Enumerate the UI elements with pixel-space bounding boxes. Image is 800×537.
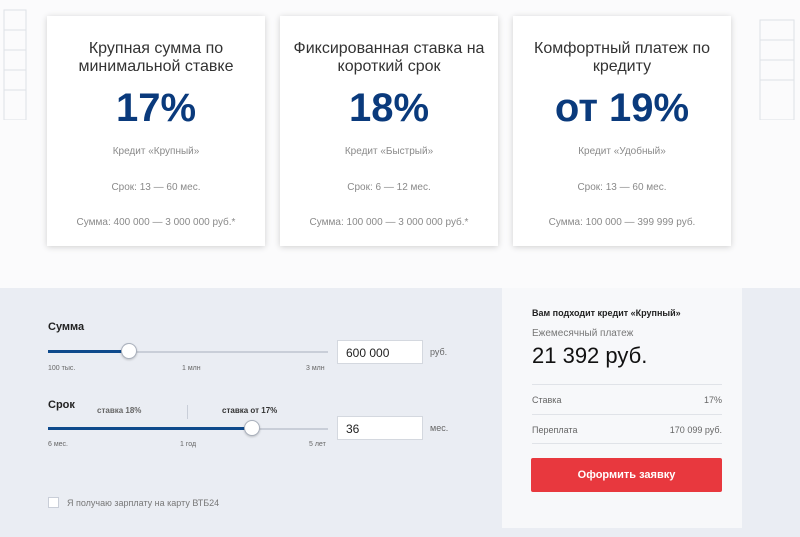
term-slider-fill (48, 427, 252, 430)
offer-title: Комфортный платеж по кредиту (534, 40, 710, 75)
offer-rate: 18% (348, 86, 430, 130)
offer-product: Кредит «Крупный» (112, 146, 200, 157)
offer-card-krupny[interactable]: Крупная сумма по минимальной ставке 17% … (47, 16, 265, 246)
salary-checkbox-label[interactable]: Я получаю зарплату на карту ВТБ24 (67, 498, 219, 508)
offer-term: Срок: 13 — 60 мес. (111, 182, 201, 193)
offer-rate: от 19% (554, 86, 690, 130)
result-row-rate: Ставка 17% (532, 384, 722, 414)
apply-button[interactable]: Оформить заявку (531, 458, 722, 492)
amount-input[interactable]: 600 000 (337, 340, 423, 364)
result-row-overpayment: Переплата 170 099 руб. (532, 414, 722, 444)
amount-slider-handle[interactable] (121, 343, 137, 359)
offer-term: Срок: 13 — 60 мес. (577, 182, 667, 193)
payment-label: Ежемесячный платеж (532, 328, 634, 339)
term-input[interactable]: 36 (337, 416, 423, 440)
offers-section: Крупная сумма по минимальной ставке 17% … (0, 0, 800, 288)
offer-sum: Сумма: 400 000 — 3 000 000 руб.* (76, 217, 236, 228)
offer-sum: Сумма: 100 000 — 399 999 руб. (548, 217, 696, 228)
offer-title: Крупная сумма по минимальной ставке (78, 40, 234, 75)
term-tick-min: 6 мес. (48, 441, 68, 448)
result-panel: Вам подходит кредит «Крупный» Ежемесячны… (502, 288, 742, 528)
term-label: Срок (48, 399, 75, 411)
rate-value: 17% (703, 395, 722, 405)
rate-tag-short: ставка 18% (97, 406, 142, 415)
amount-slider-fill (48, 350, 129, 353)
result-title: Вам подходит кредит «Крупный» (532, 308, 681, 318)
term-tick-max: 5 лет (309, 441, 326, 448)
overpayment-value: 170 099 руб. (669, 425, 722, 435)
amount-label: Сумма (48, 321, 85, 333)
offer-term: Срок: 6 — 12 мес. (347, 182, 431, 193)
salary-checkbox[interactable] (48, 497, 59, 508)
rate-key: Ставка (532, 395, 562, 405)
amount-tick-max: 3 млн (306, 365, 325, 372)
rate-divider (187, 405, 188, 419)
building-illustration-right (759, 19, 795, 120)
offer-sum: Сумма: 100 000 — 3 000 000 руб.* (309, 217, 469, 228)
amount-unit: руб. (430, 347, 448, 357)
offer-product: Кредит «Удобный» (578, 146, 666, 157)
offer-title: Фиксированная ставка на короткий срок (293, 40, 485, 75)
offer-product: Кредит «Быстрый» (344, 146, 434, 157)
offer-card-udobny[interactable]: Комфортный платеж по кредиту от 19% Кред… (513, 16, 731, 246)
term-tick-mid: 1 год (180, 441, 197, 448)
term-unit: мес. (430, 423, 449, 433)
overpayment-key: Переплата (532, 425, 578, 435)
amount-tick-min: 100 тыс. (48, 365, 76, 372)
offer-card-bystry[interactable]: Фиксированная ставка на короткий срок 18… (280, 16, 498, 246)
payment-amount: 21 392 руб. (532, 343, 648, 368)
amount-tick-mid: 1 млн (182, 365, 201, 372)
offer-rate: 17% (115, 86, 197, 130)
term-slider-handle[interactable] (244, 420, 260, 436)
rate-tag-long: ставка от 17% (222, 406, 278, 415)
loan-calculator: Сумма 100 тыс. 1 млн 3 млн 600 000 руб. … (0, 288, 800, 537)
